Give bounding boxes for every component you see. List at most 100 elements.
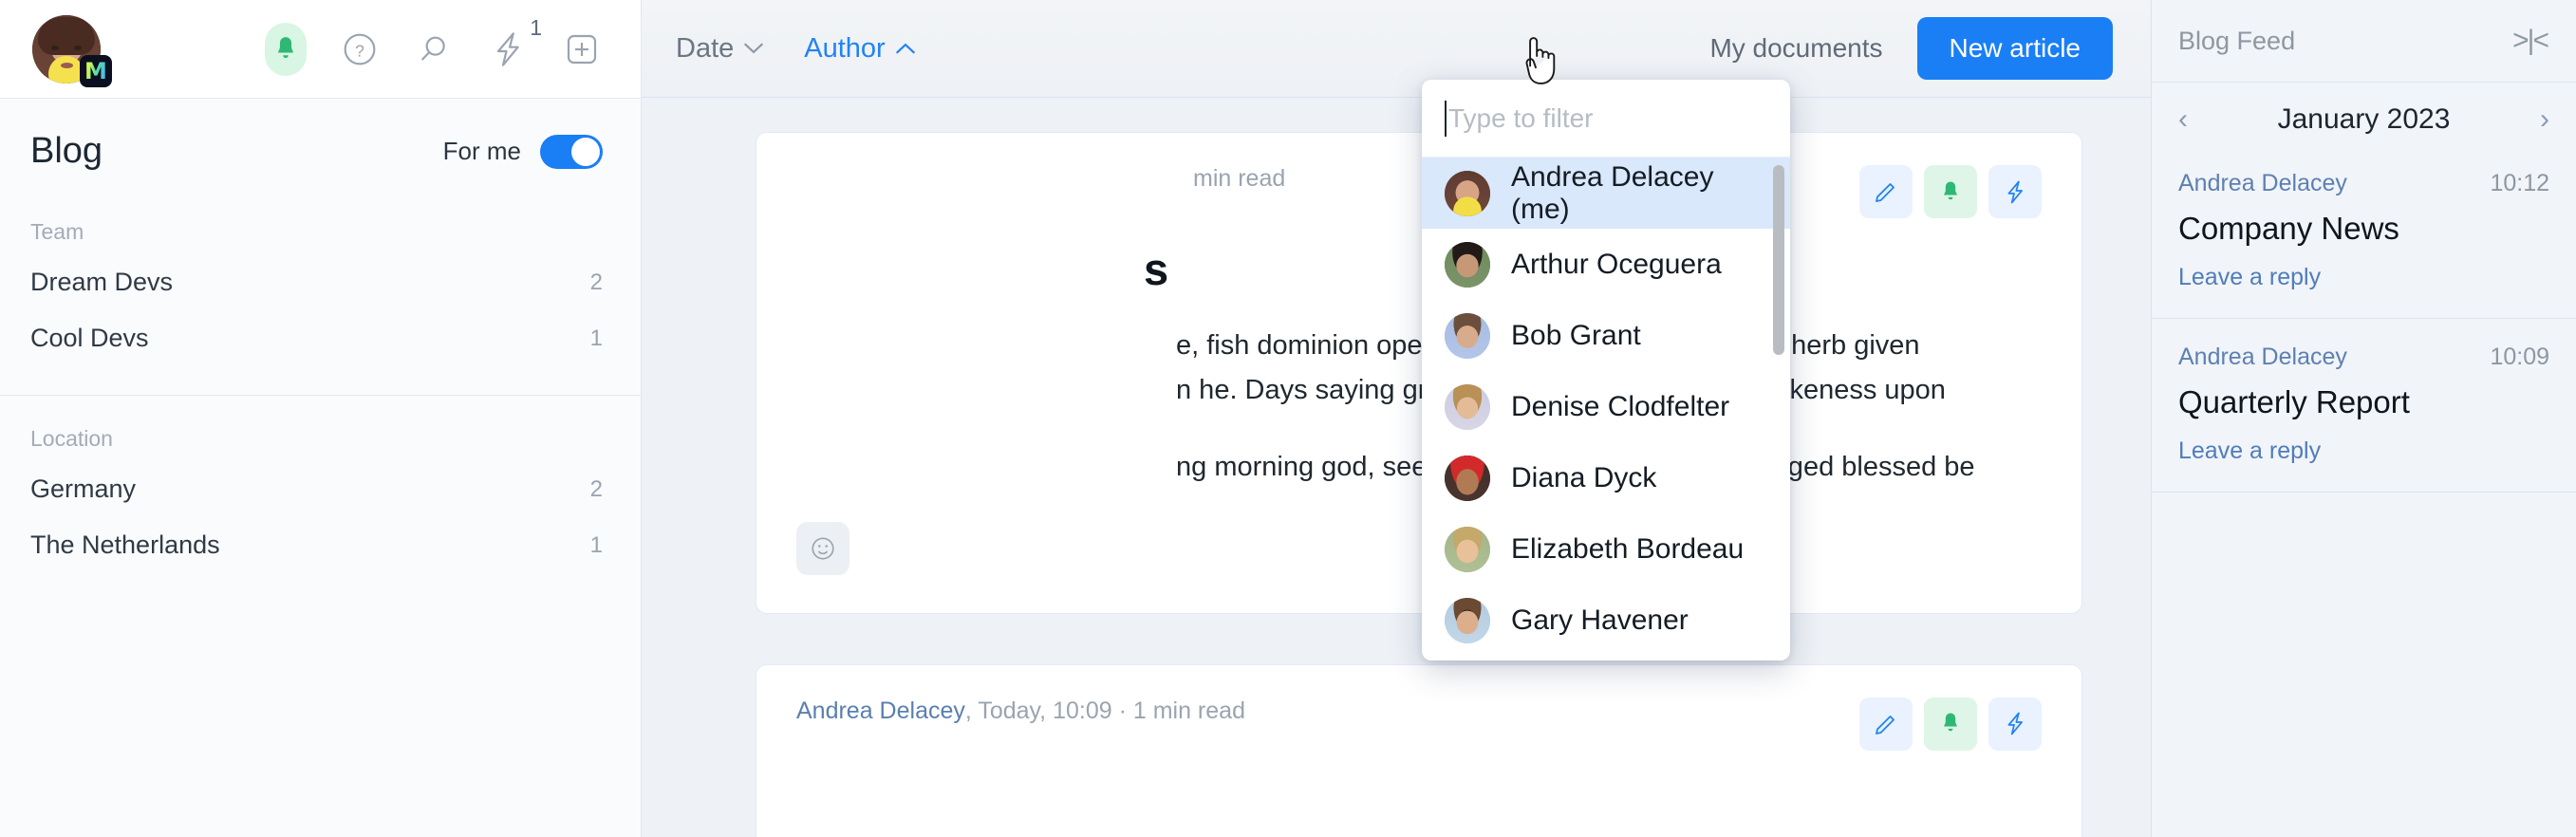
feed-item-time: 10:09 (2490, 344, 2549, 370)
author-option-elizabeth-bordeau[interactable]: Elizabeth Bordeau (1422, 513, 1790, 585)
edit-article-button[interactable] (1859, 697, 1913, 751)
author-option-arthur-oceguera[interactable]: Arthur Oceguera (1422, 229, 1790, 300)
sidebar-item-germany[interactable]: Germany 2 (0, 461, 641, 517)
author-option-bob-grant[interactable]: Bob Grant (1422, 300, 1790, 371)
bell-icon (265, 22, 307, 76)
filter-author-label: Author (804, 32, 886, 64)
new-article-button[interactable]: New article (1916, 17, 2113, 80)
sidebar-item-cool-devs[interactable]: Cool Devs 1 (0, 310, 641, 366)
feed-item-title[interactable]: Quarterly Report (2178, 384, 2549, 420)
sidebar-item-count: 2 (589, 475, 603, 502)
author-option-andrea-delacey[interactable]: Andrea Delacey (me) (1422, 158, 1790, 229)
add-button[interactable] (561, 28, 603, 70)
feed-item[interactable]: Andrea Delacey 10:12 Company News Leave … (2152, 160, 2576, 318)
subscribe-article-button[interactable] (1924, 697, 1977, 751)
avatar (1445, 526, 1490, 572)
blog-feed-title: Blog Feed (2178, 26, 2296, 55)
filter-date-button[interactable]: Date (676, 33, 764, 65)
avatar (1445, 241, 1490, 288)
help-button[interactable]: ? (339, 28, 381, 70)
bell-icon (1944, 181, 1957, 199)
feed-item-title[interactable]: Company News (2178, 211, 2549, 247)
feed-item-reply-link[interactable]: Leave a reply (2178, 264, 2549, 291)
main-column: Date Author My documents New article min… (642, 0, 2151, 837)
articles-scroll-area[interactable]: min read s e, fish dominion open. herb g… (642, 98, 2151, 837)
section-label: Team (30, 219, 84, 244)
dropdown-scrollbar[interactable] (1773, 165, 1784, 355)
section-label: Location (30, 426, 113, 451)
edit-article-button[interactable] (1859, 165, 1913, 218)
question-circle-icon: ? (344, 33, 376, 65)
next-month-button[interactable]: › (2521, 103, 2549, 136)
for-me-label: For me (442, 137, 521, 165)
subscribe-article-button[interactable] (1924, 165, 1977, 218)
author-option-label: Andrea Delacey (me) (1511, 160, 1714, 225)
for-me-toggle-group[interactable]: For me (442, 134, 603, 169)
sidebar-header: Blog For me (0, 99, 641, 195)
author-filter-input-wrap[interactable]: Type to filter (1422, 80, 1790, 158)
author-option-label: Denise Clodfelter (1511, 390, 1730, 422)
author-option-diana-dyck[interactable]: Diana Dyck (1422, 442, 1790, 513)
article-body: e, fish dominion open. Yielding beginnin… (796, 324, 2042, 490)
activity-count-badge: 1 (530, 14, 542, 40)
my-documents-link[interactable]: My documents (1709, 33, 1882, 64)
user-avatar[interactable]: M (32, 14, 112, 87)
sidebar-section-team-label: Team (0, 195, 641, 254)
author-filter-dropdown[interactable]: Type to filter Andrea Delacey (me) Arthu… (1422, 80, 1790, 660)
emoji-icon (812, 537, 834, 560)
collapse-panel-icon[interactable]: >|< (2512, 25, 2549, 57)
sidebar-item-count: 2 (589, 269, 603, 295)
app-badge-icon: M (80, 54, 112, 87)
author-option-denise-clodfelter[interactable]: Denise Clodfelter (1422, 371, 1790, 442)
sidebar-item-label: Germany (30, 474, 137, 503)
author-option-label: Arthur Oceguera (1511, 248, 1722, 280)
sidebar-item-the-netherlands[interactable]: The Netherlands 1 (0, 517, 641, 573)
feed-item-reply-link[interactable]: Leave a reply (2178, 437, 2549, 465)
sidebar-item-count: 1 (589, 531, 603, 558)
app-badge-letter: M (84, 57, 107, 84)
article-activity-button[interactable] (1988, 165, 2042, 218)
app-root: M ? 1 Blog For me Team Dream Devs 2 Cool… (0, 0, 2576, 837)
feed-divider (2152, 492, 2576, 493)
author-filter-input[interactable]: Type to filter (1448, 103, 1594, 134)
filter-date-label: Date (676, 32, 735, 64)
filter-author-button[interactable]: Author (804, 33, 915, 65)
activity-button[interactable]: 1 (487, 15, 542, 70)
article-author[interactable]: Andrea Delacey (796, 698, 965, 725)
article-paragraph: ng morning god, seed kind his days divid… (796, 445, 2042, 490)
article-card[interactable]: min read s e, fish dominion open. herb g… (756, 132, 2082, 614)
search-icon (420, 36, 445, 61)
pencil-icon (1876, 715, 1895, 735)
lightning-icon (496, 31, 519, 66)
text-caret (1445, 100, 1447, 137)
author-option-label: Bob Grant (1511, 319, 1641, 351)
author-option-gary-havener[interactable]: Gary Havener (1422, 585, 1790, 656)
sidebar-topbar: M ? 1 (0, 0, 641, 99)
feed-item-header: Andrea Delacey 10:09 (2178, 344, 2549, 371)
article-card[interactable]: Andrea Delacey, Today, 10:09 · 1 min rea… (756, 663, 2082, 837)
lightning-icon (2007, 713, 2023, 735)
avatar (1445, 383, 1490, 430)
lightning-icon (2007, 180, 2023, 203)
notifications-button[interactable] (265, 22, 307, 76)
month-navigator: ‹ January 2023 › (2152, 82, 2576, 160)
author-option-list[interactable]: Andrea Delacey (me) Arthur Oceguera Bob … (1422, 158, 1790, 660)
article-meta: Andrea Delacey, Today, 10:09 · 1 min rea… (796, 697, 2042, 751)
search-button[interactable] (413, 28, 455, 70)
for-me-toggle[interactable] (540, 134, 603, 169)
add-reaction-button[interactable] (796, 521, 849, 575)
article-paragraph: e, fish dominion open. Yielding beginnin… (796, 324, 2042, 413)
feed-item-author[interactable]: Andrea Delacey (2178, 170, 2347, 197)
feed-item-author[interactable]: Andrea Delacey (2178, 344, 2347, 371)
avatar (1445, 455, 1490, 501)
feed-item-header: Andrea Delacey 10:12 (2178, 170, 2549, 197)
avatar (1445, 170, 1490, 216)
feed-item[interactable]: Andrea Delacey 10:09 Quarterly Report Le… (2152, 319, 2576, 492)
svg-text:?: ? (355, 41, 364, 60)
toolbar-right-group: My documents New article (1709, 17, 2113, 80)
article-meta-text: , Today, 10:09 · 1 min read (964, 697, 1245, 724)
sidebar-item-dream-devs[interactable]: Dream Devs 2 (0, 254, 641, 310)
article-activity-button[interactable] (1988, 697, 2042, 751)
blog-feed-header: Blog Feed >|< (2152, 0, 2576, 82)
prev-month-button[interactable]: ‹ (2178, 103, 2207, 136)
